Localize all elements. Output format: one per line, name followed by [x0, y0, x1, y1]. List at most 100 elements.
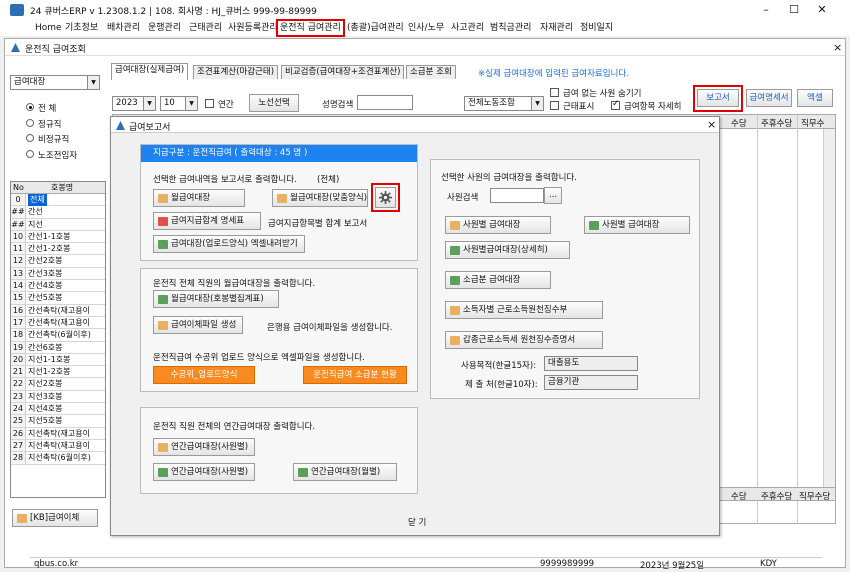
- status-site: qbus.co.kr: [34, 559, 79, 569]
- purpose-input[interactable]: 대출용도: [544, 356, 638, 371]
- grade-table: No 호봉명 0 전체 ## 간선 ## 지선 10 간선1-1호봉 11 간선1-2호봉 12 간선…: [10, 181, 106, 498]
- grade-row[interactable]: 26 지선촉탁(재고용이: [11, 427, 105, 440]
- annual-emp-button-2[interactable]: 연간급여대장(사원별): [153, 463, 255, 481]
- grade-row[interactable]: 18 간선촉탁(6월이후): [11, 329, 105, 342]
- grade-row[interactable]: 14 간선4호봉: [11, 280, 105, 293]
- monthly-ledger-button[interactable]: 월급여대장: [153, 189, 245, 207]
- grade-row-name: 간선: [28, 207, 43, 217]
- radio-regular[interactable]: [26, 119, 34, 127]
- grade-row-no: 12: [11, 255, 26, 267]
- withholding-book-button[interactable]: 소득자별 근로소득원천징수부: [445, 301, 603, 319]
- dialog-close-icon[interactable]: ×: [707, 118, 716, 131]
- grade-row[interactable]: 0 전체: [11, 194, 105, 207]
- tab-retroactive[interactable]: 소급분 조회: [406, 65, 456, 79]
- tab-compare-verify[interactable]: 비교검증(급여대장+조견표계산): [281, 65, 405, 79]
- grade-row[interactable]: 16 간선촉탁(재고용이: [11, 304, 105, 317]
- name-search-input[interactable]: [357, 95, 413, 110]
- submit-input[interactable]: 금융기관: [544, 375, 638, 390]
- grade-row-name: 지선촉탁(재고용이: [28, 440, 91, 450]
- report-button-highlight: [693, 85, 743, 112]
- grade-row[interactable]: 10 간선1-1호봉: [11, 230, 105, 244]
- grade-row[interactable]: 24 지선4호봉: [11, 403, 105, 416]
- menu-operation[interactable]: 운행관리: [146, 21, 183, 35]
- annual-emp-button-1[interactable]: 연간급여대장(사원별): [153, 438, 255, 456]
- grade-row[interactable]: 23 지선3호봉: [11, 390, 105, 404]
- grade-row[interactable]: 11 간선1-2호봉: [11, 243, 105, 256]
- grade-row[interactable]: 21 지선1-2호봉: [11, 366, 105, 379]
- sum-desc: 급여지급항목별 합계 보고서: [268, 219, 368, 229]
- grade-row[interactable]: 25 지선5호봉: [11, 415, 105, 428]
- retro-ledger-button[interactable]: 소급분 급여대장: [445, 271, 551, 289]
- pay-sum-statement-button[interactable]: 급여지급합계 명세표: [153, 212, 261, 230]
- dialog-close-button[interactable]: 닫 기: [408, 516, 426, 528]
- menu-accident[interactable]: 사고관리: [449, 21, 486, 35]
- menu-penalty[interactable]: 범칙금관리: [488, 21, 533, 35]
- menu-home[interactable]: Home: [33, 21, 64, 35]
- route-select-button[interactable]: 노선선택: [249, 94, 299, 112]
- kb-transfer-button[interactable]: [KB]급여이체: [12, 509, 98, 527]
- report-type-select[interactable]: 급여대장 ▼: [10, 75, 100, 90]
- grade-row-no: ##: [11, 206, 26, 218]
- radio-all[interactable]: [26, 103, 34, 111]
- menu-hr-labor[interactable]: 인사/노무: [406, 21, 446, 35]
- menu-basic-info[interactable]: 기초정보: [63, 21, 100, 35]
- transfer-file-button[interactable]: 급여이체파일 생성: [153, 316, 243, 334]
- inner-close-icon[interactable]: ×: [833, 41, 842, 54]
- p2-desc2: 운전직급여 수공위 업로드 양식으로 엑셀파일을 생성합니다.: [153, 353, 365, 363]
- menu-employee-registration[interactable]: 사원등록관리: [226, 21, 280, 35]
- grade-row[interactable]: 22 지선2호봉: [11, 378, 105, 391]
- grade-row-no: ##: [11, 218, 26, 230]
- attendance-checkbox[interactable]: [550, 101, 559, 110]
- upload-excel-button[interactable]: 급여대장(업로드양식) 엑셀내려받기: [153, 235, 305, 253]
- withholding-receipt-button[interactable]: 갑종근로소득세 원천징수증명서: [445, 331, 603, 349]
- grade-row[interactable]: 17 간선촉탁(재고용이: [11, 316, 105, 330]
- grade-row[interactable]: 27 지선촉탁(재고용이: [11, 439, 105, 453]
- year-select[interactable]: 2023 ▼: [112, 96, 156, 111]
- grid-vscrollbar[interactable]: [823, 129, 835, 489]
- report-icon: [158, 443, 168, 452]
- menu-driver-payroll[interactable]: 운전직 급여관리: [276, 19, 345, 37]
- grade-row[interactable]: 12 간선2호봉: [11, 255, 105, 268]
- radio-union-fulltime[interactable]: [26, 150, 34, 158]
- excel-button[interactable]: 엑셀: [797, 89, 833, 107]
- menu-maintenance-log[interactable]: 정비일지: [578, 21, 615, 35]
- statement-icon: [158, 217, 168, 226]
- excel-icon: [158, 240, 168, 249]
- emp-pay-button[interactable]: 사원별 급여대장: [584, 216, 690, 234]
- grade-row-name: 지선: [28, 219, 43, 229]
- grade-row[interactable]: 15 간선5호봉: [11, 292, 105, 305]
- monthly-ledger-custom-button[interactable]: 월급여대장(맞춤양식): [272, 189, 368, 207]
- pay-detail-checkbox[interactable]: [611, 99, 620, 110]
- menu-attendance[interactable]: 근태관리: [187, 21, 224, 35]
- upload-form-button[interactable]: 수공위_업로드양식: [153, 366, 255, 384]
- grade-row[interactable]: 20 지선1-1호봉: [11, 353, 105, 367]
- menu-materials[interactable]: 자재관리: [538, 21, 575, 35]
- emp-search-button[interactable]: ...: [544, 187, 562, 204]
- menu-general-payroll[interactable]: (총괄)급여관리: [345, 21, 406, 35]
- emp-ledger-button[interactable]: 사원별 급여대장: [445, 216, 551, 234]
- hide-no-pay-checkbox[interactable]: [550, 88, 559, 97]
- annual-month-button[interactable]: 연간급여대장(월별): [293, 463, 397, 481]
- union-select[interactable]: 전체노동조합 ▼: [464, 96, 544, 111]
- retroactive-status-button[interactable]: 운전직급여 소급분 현황: [303, 366, 407, 384]
- grade-summary-button[interactable]: 월급여대장(호봉별집계표): [153, 290, 279, 308]
- grade-row[interactable]: 13 간선3호봉: [11, 267, 105, 281]
- menu-dispatch[interactable]: 배차관리: [105, 21, 142, 35]
- grade-row[interactable]: ## 지선: [11, 218, 105, 231]
- month-select[interactable]: 10 ▼: [160, 96, 198, 111]
- maximize-icon[interactable]: ☐: [780, 2, 808, 18]
- tab-lookup-calc[interactable]: 조견표계산(마감근태): [193, 65, 279, 79]
- annual-label: 연간: [218, 100, 234, 110]
- emp-detail-button[interactable]: 사원별급여대장(상세히): [445, 241, 570, 259]
- chevron-down-icon: ▼: [87, 76, 99, 89]
- grade-row[interactable]: 28 지선촉탁(6월이후): [11, 452, 105, 465]
- emp-search-input[interactable]: [490, 188, 544, 203]
- annual-checkbox[interactable]: [205, 99, 214, 108]
- grade-row[interactable]: 19 간선6호봉: [11, 341, 105, 354]
- pay-statement-button[interactable]: 급여명세서: [746, 89, 792, 107]
- grade-row[interactable]: ## 간선: [11, 206, 105, 219]
- radio-nonregular[interactable]: [26, 134, 34, 142]
- minimize-icon[interactable]: –: [752, 2, 780, 18]
- close-icon[interactable]: ✕: [808, 2, 836, 18]
- tab-actual-payroll[interactable]: 급여대장(실제급여): [111, 63, 189, 80]
